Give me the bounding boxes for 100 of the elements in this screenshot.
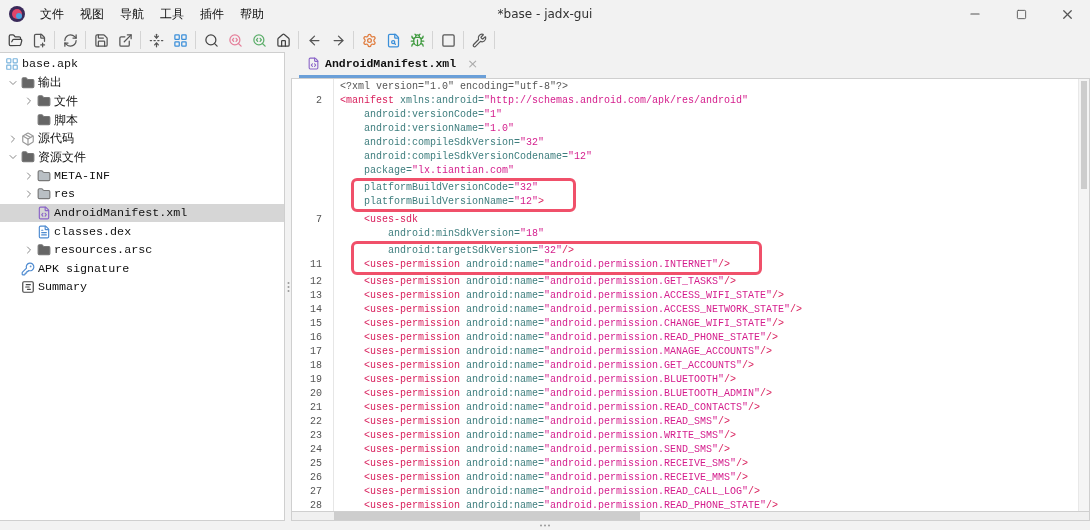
tree-item[interactable]: 输出	[0, 73, 284, 93]
scrollbar[interactable]	[1078, 79, 1089, 511]
line-number: 13	[309, 289, 323, 303]
app-logo-icon	[8, 5, 26, 23]
folder-icon	[37, 187, 51, 202]
tree-label: 资源文件	[38, 149, 86, 165]
line-number: 24	[309, 443, 323, 457]
settings-icon	[361, 32, 377, 48]
code-line: <uses-permission android:name="android.permission.SEND_SMS"/>	[363, 443, 731, 457]
grid-icon	[5, 57, 19, 72]
tree-label: Summary	[38, 280, 88, 295]
menu-item[interactable]: 帮助	[232, 5, 272, 23]
tree-label: base.apk	[22, 57, 79, 72]
tree-label: 文件	[54, 94, 78, 109]
drag-handle-icon	[539, 524, 551, 527]
search-icon	[251, 32, 267, 48]
maximize-icon	[1015, 8, 1027, 20]
line-number: 25	[309, 457, 323, 471]
menu-item[interactable]: 导航	[112, 5, 152, 23]
code-line: <uses-permission android:name="android.permission.READ_PHONE_STATE"/>	[363, 499, 779, 511]
folder-icon	[7, 32, 23, 48]
code-line: android:compileSdkVersion="32"	[363, 136, 545, 150]
line-number: 2	[315, 94, 323, 108]
folder-icon	[21, 75, 35, 90]
code-line: android:versionCode="1"	[363, 108, 503, 122]
fold-icon	[148, 32, 164, 48]
code-line: <uses-permission android:name="android.permission.READ_CONTACTS"/>	[363, 401, 761, 415]
code-line: <uses-permission android:name="android.permission.BLUETOOTH_ADMIN"/>	[363, 387, 773, 401]
line-number: 28	[309, 499, 323, 511]
code-line: <uses-permission android:name="android.permission.WRITE_SMS"/>	[363, 429, 737, 443]
tree-item[interactable]: META-INF	[0, 166, 284, 186]
folder-icon	[21, 150, 35, 165]
folder-icon	[37, 243, 51, 258]
tree-item[interactable]: 脚本	[0, 110, 284, 130]
menu-item[interactable]: 文件	[32, 5, 72, 23]
arrow-right-icon	[330, 32, 346, 48]
folder-icon	[37, 94, 51, 109]
tree-label: AndroidManifest.xml	[54, 206, 188, 221]
code-line: <manifest xmlns:android="http://schemas.android.com/apk/res/android"	[340, 94, 749, 108]
tree-item[interactable]: res	[0, 185, 284, 204]
line-number: 14	[309, 303, 323, 317]
tree-label: 源代码	[38, 131, 74, 147]
key-icon	[21, 261, 35, 276]
menu-item[interactable]: 工具	[152, 5, 192, 23]
code-line: android:versionName="1.0"	[363, 122, 515, 136]
square-icon	[440, 32, 456, 48]
drag-handle-icon	[286, 280, 290, 293]
line-number: 21	[309, 401, 323, 415]
code-line: android:minSdkVersion="18"	[387, 227, 545, 241]
code-line: <uses-permission android:name="android.permission.READ_PHONE_STATE"/>	[363, 331, 779, 345]
line-number: 23	[309, 429, 323, 443]
line-number: 15	[309, 317, 323, 331]
code-line: <uses-sdk	[363, 213, 418, 227]
folder-icon	[37, 168, 51, 183]
grid-icon	[172, 32, 188, 48]
line-number: 18	[309, 359, 323, 373]
code-line: android:targetSdkVersion="32"/>	[387, 244, 575, 258]
search-icon	[203, 32, 219, 48]
line-number: 19	[309, 373, 323, 387]
file-plus-icon	[31, 32, 47, 48]
folder-icon	[37, 113, 51, 128]
code-line: <uses-permission android:name="android.permission.ACCESS_WIFI_STATE"/>	[363, 289, 785, 303]
code-line: <uses-permission android:name="android.permission.READ_SMS"/>	[363, 415, 731, 429]
code-line: platformBuildVersionCode="32"	[363, 181, 539, 195]
code-line: <uses-permission android:name="android.permission.RECEIVE_SMS"/>	[363, 457, 749, 471]
file-icon	[307, 56, 320, 70]
scrollbar[interactable]	[291, 512, 1090, 521]
menu-item[interactable]: 插件	[192, 5, 232, 23]
code-line: <uses-permission android:name="android.permission.RECEIVE_MMS"/>	[363, 471, 749, 485]
tree-item[interactable]: 资源文件	[0, 147, 284, 167]
tree-item[interactable]: classes.dex	[0, 222, 284, 241]
tree-item[interactable]: AndroidManifest.xml	[0, 203, 284, 223]
tree-item[interactable]: 文件	[0, 92, 284, 111]
tree-item[interactable]: APK signature	[0, 259, 284, 279]
save-icon	[93, 32, 109, 48]
tree-item[interactable]: base.apk	[0, 55, 284, 74]
tree-item[interactable]: 源代码	[0, 129, 284, 148]
code-line: <uses-permission android:name="android.permission.READ_CALL_LOG"/>	[363, 485, 761, 499]
code-line: platformBuildVersionName="12">	[363, 195, 545, 209]
line-number: 26	[309, 471, 323, 485]
line-number: 27	[309, 485, 323, 499]
code-line: <uses-permission android:name="android.permission.BLUETOOTH"/>	[363, 373, 737, 387]
tab-label: AndroidManifest.xml	[325, 56, 457, 70]
tree-label: res	[54, 187, 76, 202]
code-line: android:compileSdkVersionCodename="12"	[363, 150, 593, 164]
line-number: 11	[309, 258, 323, 272]
code-line: package="lx.tiantian.com"	[363, 164, 515, 178]
package-icon	[21, 131, 35, 146]
file-icon	[37, 206, 51, 221]
tree-item[interactable]: Summary	[0, 278, 284, 297]
tree-label: 输出	[38, 75, 62, 91]
tree-item[interactable]: resources.arsc	[0, 240, 284, 260]
code-line: <uses-permission android:name="android.permission.INTERNET"/>	[363, 258, 731, 272]
chart-icon	[21, 280, 35, 295]
code-line: <uses-permission android:name="android.permission.ACCESS_NETWORK_STATE"/>	[363, 303, 803, 317]
menu-item[interactable]: 视图	[72, 5, 112, 23]
window-title: *base - jadx-gui	[497, 7, 593, 21]
refresh-icon	[62, 32, 78, 48]
line-number: 12	[309, 275, 323, 289]
code-line: <uses-permission android:name="android.permission.GET_TASKS"/>	[363, 275, 737, 289]
